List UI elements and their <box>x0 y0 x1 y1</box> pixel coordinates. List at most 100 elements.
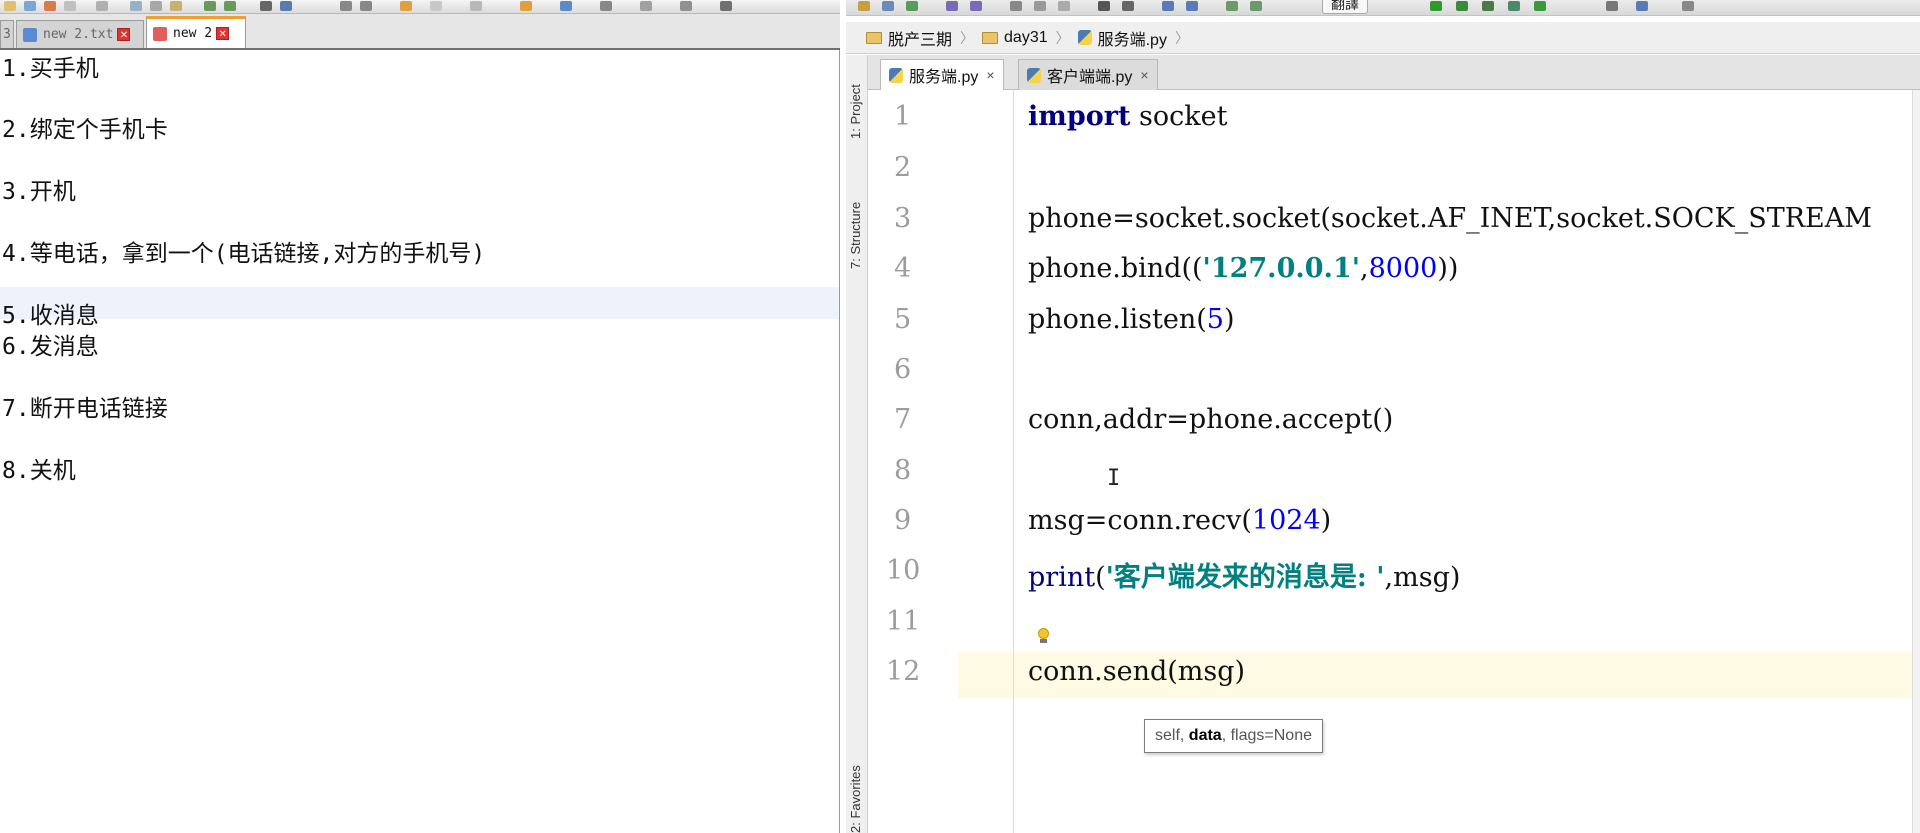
tab-label: 客户端端.py <box>1047 69 1133 86</box>
saved-file-icon <box>23 27 37 42</box>
indent-icon[interactable] <box>470 1 482 11</box>
unsaved-file-icon <box>153 26 167 41</box>
undo-icon[interactable] <box>204 1 216 11</box>
notepad-editor[interactable]: 1.买手机 2.绑定个手机卡 3.开机 4.等电话，拿到一个(电话链接,对方的手… <box>0 52 839 833</box>
close-tab-icon[interactable]: × <box>1140 67 1148 83</box>
build-icon[interactable] <box>1250 1 1262 11</box>
code-text: , <box>1360 253 1369 284</box>
undo-icon[interactable] <box>946 1 958 11</box>
code-text: ) <box>1320 505 1332 536</box>
code-text: socket <box>1130 101 1228 132</box>
lightbulb-icon[interactable] <box>1036 628 1050 644</box>
line-number: 7 <box>894 404 912 435</box>
ide-toolbar: 翻譯 <box>846 0 1920 16</box>
print-icon[interactable] <box>96 1 108 11</box>
debug-icon[interactable] <box>1456 1 1468 11</box>
sync-icon[interactable] <box>400 1 412 11</box>
tab-label: new 2.txt <box>43 27 114 42</box>
save-all-icon[interactable] <box>64 1 76 11</box>
copy-icon[interactable] <box>150 1 162 11</box>
save-all-icon[interactable] <box>882 1 894 11</box>
paste-icon[interactable] <box>1058 1 1070 11</box>
run-configuration-select[interactable]: 翻譯 <box>1322 0 1368 14</box>
project-panel-button[interactable]: 1: Project <box>848 84 863 139</box>
current-line-highlight <box>0 287 839 319</box>
tab-label: new 2 <box>173 26 213 41</box>
save-icon[interactable] <box>44 1 56 11</box>
error-stripe <box>1912 90 1920 833</box>
code-text: msg=conn.recv( <box>1028 505 1252 536</box>
code-text: ) <box>1223 304 1235 335</box>
structure-panel-button[interactable]: 7: Structure <box>848 202 863 269</box>
tab-client-py[interactable]: 客户端端.py × <box>1018 59 1158 90</box>
tab-new-2-txt[interactable]: new 2.txt ✕ <box>16 20 144 48</box>
line-number: 9 <box>894 505 912 536</box>
function-list-icon[interactable] <box>680 1 692 11</box>
back-icon[interactable] <box>1162 1 1174 11</box>
code-line-9: msg=conn.recv(1024) <box>1028 505 1331 536</box>
find-icon[interactable] <box>260 1 272 11</box>
run-icon[interactable] <box>1430 1 1442 11</box>
profile-icon[interactable] <box>1508 1 1520 11</box>
close-tab-icon[interactable]: × <box>986 67 994 83</box>
doc-map-icon[interactable] <box>640 1 652 11</box>
tab-server-py[interactable]: 服务端.py × <box>880 59 1004 90</box>
tab-new-2[interactable]: new 2 ✕ <box>146 16 246 48</box>
replace-icon[interactable] <box>1122 1 1134 11</box>
folder-icon <box>982 31 999 44</box>
presentation-icon[interactable] <box>1682 1 1694 11</box>
paste-icon[interactable] <box>170 1 182 11</box>
string-literal: '客户端发来的消息是: ' <box>1105 562 1385 593</box>
current-line-highlight <box>868 652 1912 698</box>
close-tab-icon[interactable]: ✕ <box>117 28 131 41</box>
line-number: 4 <box>894 253 912 284</box>
cut-icon[interactable] <box>1010 1 1022 11</box>
copy-icon[interactable] <box>1034 1 1046 11</box>
python-file-icon <box>1027 67 1041 83</box>
chevron-right-icon: 〉 <box>960 29 975 46</box>
play-icon[interactable] <box>560 1 572 11</box>
record-icon[interactable] <box>520 1 532 11</box>
open-file-icon[interactable] <box>24 1 36 11</box>
help-icon[interactable] <box>1636 1 1648 11</box>
line-number: 1 <box>894 101 912 132</box>
breadcrumb-label: day31 <box>1004 28 1048 46</box>
settings-icon[interactable] <box>1606 1 1618 11</box>
code-text: conn.send(msg) <box>1028 656 1246 687</box>
forward-icon[interactable] <box>1186 1 1198 11</box>
number-literal: 1024 <box>1251 505 1321 536</box>
code-line-4: phone.bind(('127.0.0.1',8000)) <box>1028 253 1458 284</box>
text-line: 3.开机 <box>2 179 76 205</box>
line-number: 2 <box>894 152 912 183</box>
line-number: 3 <box>894 203 912 234</box>
wrap-icon[interactable] <box>430 1 442 11</box>
notepad-toolbar <box>0 0 840 14</box>
favorites-panel-button[interactable]: 2: Favorites <box>848 765 863 833</box>
cut-icon[interactable] <box>130 1 142 11</box>
build-icon[interactable] <box>1226 1 1238 11</box>
macro-icon[interactable] <box>600 1 612 11</box>
sync-icon[interactable] <box>906 1 918 11</box>
code-line-12: conn.send(msg) <box>1028 656 1245 687</box>
code-text: phone=socket.socket(socket.AF_INET,socke… <box>1028 203 1872 234</box>
breadcrumb-item[interactable]: 服务端.py 〉 <box>1077 26 1189 50</box>
breadcrumb-item[interactable]: 脱产三期 〉 <box>866 26 974 50</box>
coverage-icon[interactable] <box>1482 1 1494 11</box>
python-file-icon <box>889 67 903 83</box>
zoom-out-icon[interactable] <box>360 1 372 11</box>
breadcrumb-item[interactable]: day31 〉 <box>982 28 1070 48</box>
zoom-in-icon[interactable] <box>340 1 352 11</box>
open-icon[interactable] <box>858 1 870 11</box>
redo-icon[interactable] <box>224 1 236 11</box>
text-line: 1.买手机 <box>2 56 99 82</box>
tab-3[interactable]: 3 <box>0 20 14 48</box>
tab-label: 3 <box>3 27 11 42</box>
current-param: data <box>1188 727 1222 744</box>
redo-icon[interactable] <box>970 1 982 11</box>
new-file-icon[interactable] <box>4 1 16 11</box>
close-tab-icon[interactable]: ✕ <box>216 27 230 40</box>
replace-icon[interactable] <box>280 1 292 11</box>
folder-workspace-icon[interactable] <box>720 1 732 11</box>
step-icon[interactable] <box>1534 1 1546 11</box>
find-icon[interactable] <box>1098 1 1110 11</box>
